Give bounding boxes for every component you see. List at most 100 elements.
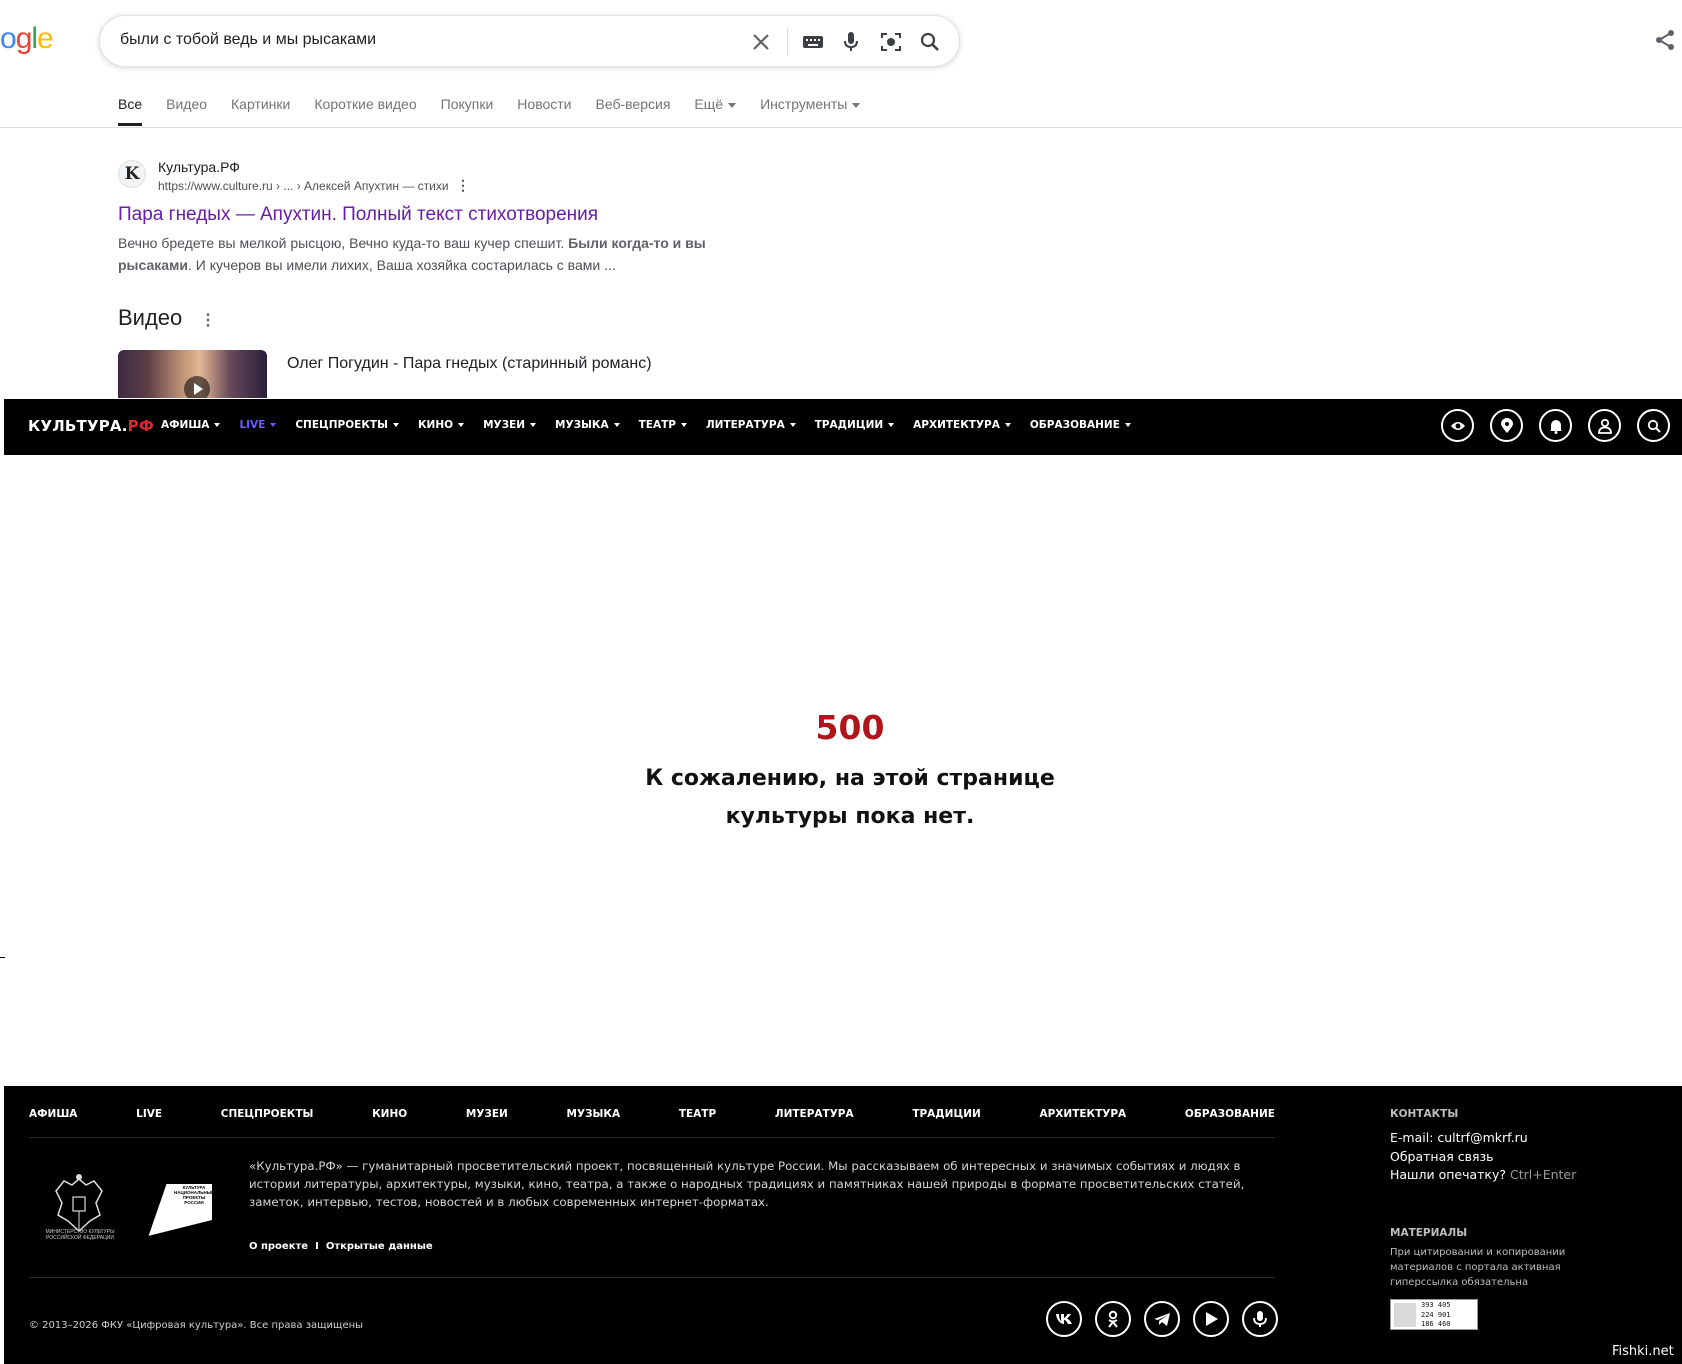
result-url[interactable]: https://www.culture.ru › ... › Алексей А…	[158, 179, 449, 193]
video-title-link[interactable]: Олег Погудин - Пара гнедых (старинный ро…	[287, 355, 652, 373]
footer-nav-literature[interactable]: ЛИТЕРАТУРА	[775, 1108, 854, 1120]
logo-accent: РФ	[127, 417, 154, 435]
nav-live[interactable]: LIVE	[239, 419, 277, 431]
footer-nav-live[interactable]: LIVE	[136, 1108, 162, 1120]
nav-music[interactable]: МУЗЫКА	[555, 419, 620, 431]
nav-traditions[interactable]: ТРАДИЦИИ	[815, 419, 895, 431]
microphone-icon[interactable]	[838, 29, 864, 55]
video-thumbnail[interactable]	[118, 350, 267, 398]
footer-nav-architecture[interactable]: АРХИТЕКТУРА	[1039, 1108, 1126, 1120]
tab-tools[interactable]: Инструменты	[760, 96, 861, 126]
error-message-line-2: культуры пока нет.	[725, 804, 975, 829]
footer-nav-education[interactable]: ОБРАЗОВАНИЕ	[1185, 1108, 1275, 1120]
clear-icon[interactable]	[748, 29, 774, 55]
user-icon[interactable]	[1588, 409, 1621, 442]
chevron-down-icon	[392, 423, 399, 427]
snippet-text-1: Вечно бредете вы мелкой рысцою, Вечно ку…	[118, 235, 569, 251]
chevron-down-icon	[789, 423, 796, 427]
search-box[interactable]: были с тобой ведь и мы рысаками	[99, 15, 960, 67]
kultura-logo[interactable]: КУЛЬТУРА.РФ	[28, 417, 154, 435]
footer-links: О проекте I Открытые данные	[249, 1241, 433, 1252]
tabs-divider	[0, 127, 1682, 128]
chevron-down-icon	[852, 102, 861, 108]
nav-education[interactable]: ОБРАЗОВАНИЕ	[1030, 419, 1131, 431]
nav-label: ТЕАТР	[638, 419, 676, 431]
tab-more[interactable]: Ещё	[694, 96, 737, 126]
footer-nav-museums[interactable]: МУЗЕИ	[466, 1108, 508, 1120]
nav-label: КИНО	[417, 419, 454, 431]
chevron-down-icon	[458, 423, 465, 427]
site-favicon[interactable]: K	[118, 160, 146, 188]
counter-value: 186 460	[1421, 1320, 1451, 1328]
footer-divider	[29, 1277, 1275, 1278]
podcast-icon[interactable]	[1242, 1301, 1278, 1337]
tab-shopping[interactable]: Покупки	[441, 96, 494, 126]
about-link[interactable]: О проекте	[249, 1241, 308, 1252]
eye-icon[interactable]	[1441, 409, 1474, 442]
youtube-icon[interactable]	[1193, 1301, 1229, 1337]
tab-web[interactable]: Веб-версия	[596, 96, 671, 126]
footer-nav-music[interactable]: МУЗЫКА	[567, 1108, 621, 1120]
footer-nav-specprojects[interactable]: СПЕЦПРОЕКТЫ	[221, 1108, 314, 1120]
contact-email[interactable]: E-mail: cultrf@mkrf.ru	[1390, 1129, 1576, 1148]
location-icon[interactable]	[1490, 409, 1523, 442]
tab-all[interactable]: Все	[118, 96, 143, 126]
nav-kino[interactable]: КИНО	[417, 419, 465, 431]
keyboard-icon[interactable]	[800, 29, 826, 55]
nav-label: МУЗЫКА	[555, 419, 609, 431]
tab-tools-label: Инструменты	[760, 96, 848, 112]
footer-nav-traditions[interactable]: ТРАДИЦИИ	[912, 1108, 980, 1120]
footer-nav-theatre[interactable]: ТЕАТР	[679, 1108, 716, 1120]
tab-news[interactable]: Новости	[517, 96, 571, 126]
vk-icon[interactable]	[1046, 1301, 1082, 1337]
nav-label: СПЕЦПРОЕКТЫ	[295, 419, 388, 431]
typo-question: Нашли опечатку?	[1390, 1167, 1507, 1182]
nav-afisha[interactable]: АФИША	[161, 419, 221, 431]
result-title-link[interactable]: Пара гнедых — Апухтин. Полный текст стих…	[118, 204, 598, 226]
nav-museums[interactable]: МУЗЕИ	[483, 419, 537, 431]
nav-architecture[interactable]: АРХИТЕКТУРА	[913, 419, 1011, 431]
video-section-heading: Видео	[118, 305, 183, 330]
bell-icon[interactable]	[1539, 409, 1572, 442]
nav-literature[interactable]: ЛИТЕРАТУРА	[706, 419, 796, 431]
chevron-down-icon	[613, 423, 620, 427]
video-more-options-icon[interactable]: ⋮	[200, 310, 216, 330]
footer-nav-kino[interactable]: КИНО	[372, 1108, 407, 1120]
nav-label: МУЗЕИ	[483, 419, 526, 431]
camera-lens-icon[interactable]	[878, 29, 904, 55]
error-code: 500	[815, 708, 885, 747]
tab-more-label: Ещё	[694, 96, 724, 112]
tab-images[interactable]: Картинки	[231, 96, 290, 126]
search-icon[interactable]	[917, 29, 943, 55]
tab-short-videos[interactable]: Короткие видео	[314, 96, 416, 126]
chevron-down-icon	[1124, 423, 1131, 427]
more-options-icon[interactable]: ⋮	[456, 177, 470, 194]
search-icon[interactable]	[1637, 409, 1670, 442]
search-input[interactable]: были с тобой ведь и мы рысаками	[120, 31, 376, 49]
kultura-header: КУЛЬТУРА.РФ АФИША LIVE СПЕЦПРОЕКТЫ КИНО …	[4, 399, 1682, 455]
share-icon[interactable]	[1654, 29, 1676, 51]
typo-shortcut: Ctrl+Enter	[1510, 1167, 1577, 1182]
nav-theatre[interactable]: ТЕАТР	[639, 419, 687, 431]
chevron-down-icon	[728, 102, 737, 108]
chevron-down-icon	[680, 423, 687, 427]
link-separator: I	[315, 1241, 319, 1252]
contacts-block: E-mail: cultrf@mkrf.ru Обратная связь На…	[1390, 1129, 1576, 1185]
tab-video[interactable]: Видео	[166, 96, 207, 126]
search-tabs: Все Видео Картинки Короткие видео Покупк…	[118, 96, 884, 126]
ok-icon[interactable]	[1095, 1301, 1131, 1337]
chevron-down-icon	[888, 423, 895, 427]
nav-label: АФИША	[161, 419, 210, 431]
feedback-link[interactable]: Обратная связь	[1390, 1148, 1576, 1167]
footer-nav-afisha[interactable]: АФИША	[29, 1108, 77, 1120]
google-logo[interactable]: ogle	[0, 22, 54, 56]
kultura-main-nav: АФИША LIVE СПЕЦПРОЕКТЫ КИНО МУЗЕИ МУЗЫКА…	[161, 419, 1150, 431]
logo-text: КУЛЬТУРА.	[28, 417, 128, 435]
snippet-text-2: . И кучеров вы имели лихих, Ваша хозяйка…	[188, 257, 616, 273]
open-data-link[interactable]: Открытые данные	[326, 1241, 433, 1252]
visit-counter[interactable]: 393 405 224 901 186 460	[1390, 1299, 1478, 1330]
nav-specprojects[interactable]: СПЕЦПРОЕКТЫ	[295, 419, 399, 431]
telegram-icon[interactable]	[1144, 1301, 1180, 1337]
result-site-name[interactable]: Культура.РФ	[158, 159, 240, 175]
play-icon	[184, 376, 210, 398]
